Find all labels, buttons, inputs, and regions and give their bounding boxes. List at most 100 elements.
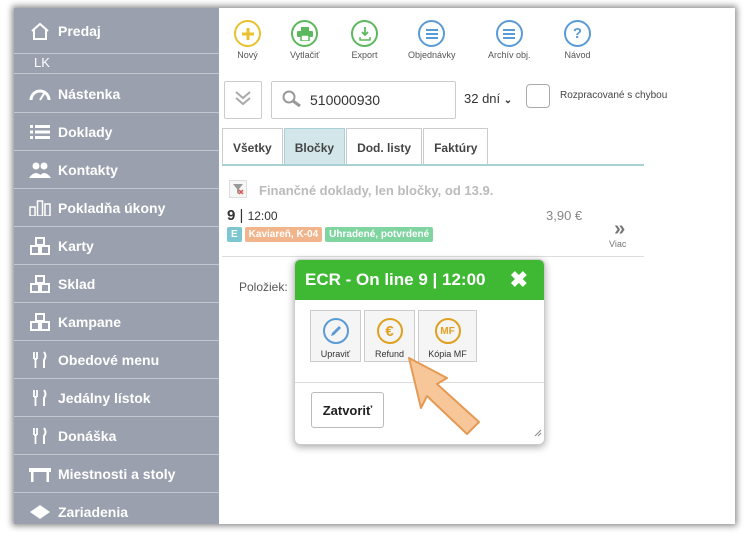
- download-icon: [351, 20, 378, 47]
- gauge-icon: [28, 87, 52, 101]
- more-button[interactable]: » Viac: [609, 218, 626, 249]
- cutlery-icon: [28, 389, 52, 407]
- app-window: Predaj LK Nástenka Doklady Kontakty Pokl…: [14, 8, 735, 524]
- list-title: Finančné doklady, len bločky, od 13.9.: [259, 183, 494, 198]
- items-count-label: Položiek:: [239, 280, 288, 294]
- close-button[interactable]: Zatvoriť: [311, 392, 384, 428]
- sidebar-item-kampane[interactable]: Kampane: [14, 304, 219, 341]
- new-button[interactable]: Nový: [234, 20, 261, 60]
- help-button-label: Návod: [564, 50, 591, 60]
- tab-underline: [222, 164, 644, 166]
- sidebar-item-pokladna[interactable]: Pokladňa úkony: [14, 190, 219, 227]
- sidebar-item-karty[interactable]: Karty: [14, 228, 219, 265]
- sidebar-item-label: Pokladňa úkony: [58, 200, 166, 216]
- sidebar-item-jedalny-listok[interactable]: Jedálny lístok: [14, 380, 219, 417]
- sidebar-section-predaj[interactable]: Predaj: [14, 8, 219, 54]
- orders-button[interactable]: Objednávky: [408, 20, 456, 60]
- close-icon[interactable]: ✖: [510, 267, 528, 293]
- home-icon: [28, 22, 52, 40]
- euro-icon: €: [376, 318, 403, 344]
- users-icon: [28, 162, 52, 178]
- more-button-label: Viac: [609, 239, 627, 249]
- sidebar-item-label: Sklad: [58, 276, 96, 292]
- sidebar-item-miestnosti[interactable]: Miestnosti a stoly: [14, 456, 219, 493]
- blocks-icon: [28, 313, 52, 331]
- sidebar: Predaj LK Nástenka Doklady Kontakty Pokl…: [14, 8, 219, 524]
- edit-button[interactable]: Upraviť: [310, 310, 361, 362]
- tab-bar: Všetky Bločky Dod. listy Faktúry: [222, 128, 489, 166]
- question-icon: ?: [564, 20, 591, 47]
- device-icon: [28, 505, 52, 519]
- printer-icon: [291, 20, 319, 47]
- resize-grip-icon[interactable]: [534, 424, 542, 442]
- errors-checkbox-label: Rozpracované s chybou: [560, 90, 668, 101]
- sidebar-section-label: Predaj: [58, 22, 101, 39]
- search-input[interactable]: 510000930: [271, 81, 456, 119]
- sidebar-item-zariadenia[interactable]: Zariadenia: [14, 494, 219, 524]
- divider: [222, 256, 644, 257]
- sidebar-item-doklady[interactable]: Doklady: [14, 114, 219, 151]
- sidebar-item-label: Nástenka: [58, 86, 121, 102]
- record-time: 12:00: [247, 209, 278, 223]
- sidebar-item-label: Miestnosti a stoly: [58, 466, 176, 482]
- export-button[interactable]: Export: [351, 20, 378, 60]
- sidebar-item-label: Doklady: [58, 124, 113, 140]
- errors-checkbox[interactable]: [526, 84, 550, 108]
- copy-mf-button[interactable]: MF Kópia MF: [418, 310, 477, 362]
- modal-header: ECR - On line 9 | 12:00 ✖: [295, 260, 544, 300]
- modal-title: ECR - On line 9 | 12:00: [305, 270, 486, 289]
- bar-chart-icon: [28, 200, 52, 216]
- tab-dod-listy[interactable]: Dod. listy: [346, 128, 423, 166]
- pencil-icon: [322, 318, 349, 344]
- list-icon: [28, 125, 52, 139]
- refund-button[interactable]: € Refund: [364, 310, 415, 362]
- sidebar-item-label: Jedálny lístok: [58, 390, 151, 406]
- sidebar-item-label: Kampane: [58, 314, 122, 330]
- menu-icon: [418, 20, 446, 47]
- chevron-double-down-icon: [234, 90, 252, 111]
- refund-button-label: Refund: [374, 349, 405, 359]
- sidebar-item-sklad[interactable]: Sklad: [14, 266, 219, 303]
- sidebar-item-label: Donáška: [58, 428, 117, 444]
- record-badges: E Kaviareň, K-04 Uhradené, potvrdené: [227, 227, 434, 242]
- tab-vsetky[interactable]: Všetky: [222, 128, 283, 166]
- export-button-label: Export: [351, 50, 378, 60]
- days-select-value: 32 dní: [464, 91, 501, 106]
- sidebar-section-sub: LK: [14, 54, 219, 74]
- plus-icon: [234, 20, 261, 47]
- print-button[interactable]: Vytlačiť: [290, 20, 320, 60]
- sidebar-item-label: Zariadenia: [58, 504, 129, 520]
- print-button-label: Vytlačiť: [290, 50, 320, 60]
- filter-toggle-button[interactable]: [224, 81, 262, 119]
- sidebar-item-nastenka[interactable]: Nástenka: [14, 76, 219, 113]
- status-badge: Kaviareň, K-04: [244, 227, 323, 242]
- sidebar-item-donaska[interactable]: Donáška: [14, 418, 219, 455]
- tab-blocky[interactable]: Bločky: [283, 128, 346, 166]
- sidebar-item-kontakty[interactable]: Kontakty: [14, 152, 219, 189]
- record-number[interactable]: 9 | 12:00: [227, 207, 278, 224]
- orders-archive-button-label: Archív obj.: [488, 50, 531, 60]
- new-button-label: Nový: [237, 50, 258, 60]
- status-badge: Uhradené, potvrdené: [325, 227, 434, 242]
- help-button[interactable]: ? Návod: [564, 20, 591, 60]
- cutlery-icon: [28, 351, 52, 369]
- blocks-icon: [28, 237, 52, 255]
- status-badge: E: [227, 227, 242, 242]
- chevron-down-icon: ⌄: [503, 95, 513, 106]
- record-amount: 3,90 €: [546, 208, 583, 223]
- orders-button-label: Objednávky: [408, 50, 456, 60]
- orders-archive-button[interactable]: Archív obj.: [488, 20, 531, 60]
- search-value: 510000930: [310, 92, 381, 108]
- table-icon: [28, 466, 52, 482]
- filter-clear-icon[interactable]: [229, 180, 247, 198]
- sidebar-item-label: Karty: [58, 238, 94, 254]
- menu-icon: [495, 20, 523, 47]
- sidebar-item-obedove-menu[interactable]: Obedové menu: [14, 342, 219, 379]
- tab-faktury[interactable]: Faktúry: [423, 128, 489, 166]
- cutlery-icon: [28, 427, 52, 445]
- pointer-arrow-icon: [407, 356, 483, 443]
- days-select[interactable]: 32 dní ⌄: [464, 91, 512, 106]
- edit-button-label: Upraviť: [320, 349, 351, 359]
- sidebar-item-label: Obedové menu: [58, 352, 160, 368]
- mf-icon: MF: [434, 318, 461, 344]
